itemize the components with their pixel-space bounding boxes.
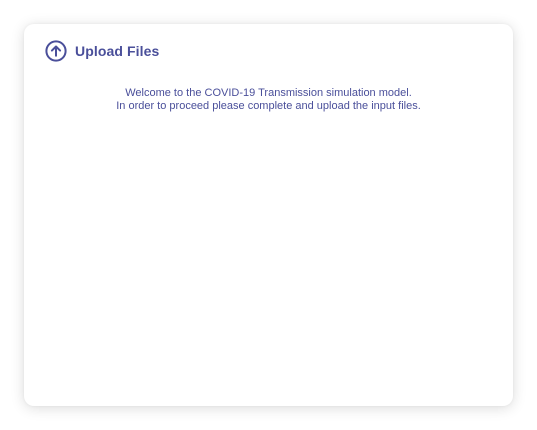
card-title: Upload Files [75, 43, 160, 59]
intro-line-instructions: In order to proceed please complete and … [116, 100, 421, 112]
upload-icon[interactable] [45, 40, 67, 62]
intro-line-welcome: Welcome to the COVID-19 Transmission sim… [125, 87, 412, 99]
intro-text: Welcome to the COVID-19 Transmission sim… [24, 87, 513, 113]
page: Upload Files Welcome to the COVID-19 Tra… [0, 0, 537, 430]
card-header: Upload Files [45, 40, 159, 62]
upload-files-card: Upload Files Welcome to the COVID-19 Tra… [24, 24, 513, 406]
